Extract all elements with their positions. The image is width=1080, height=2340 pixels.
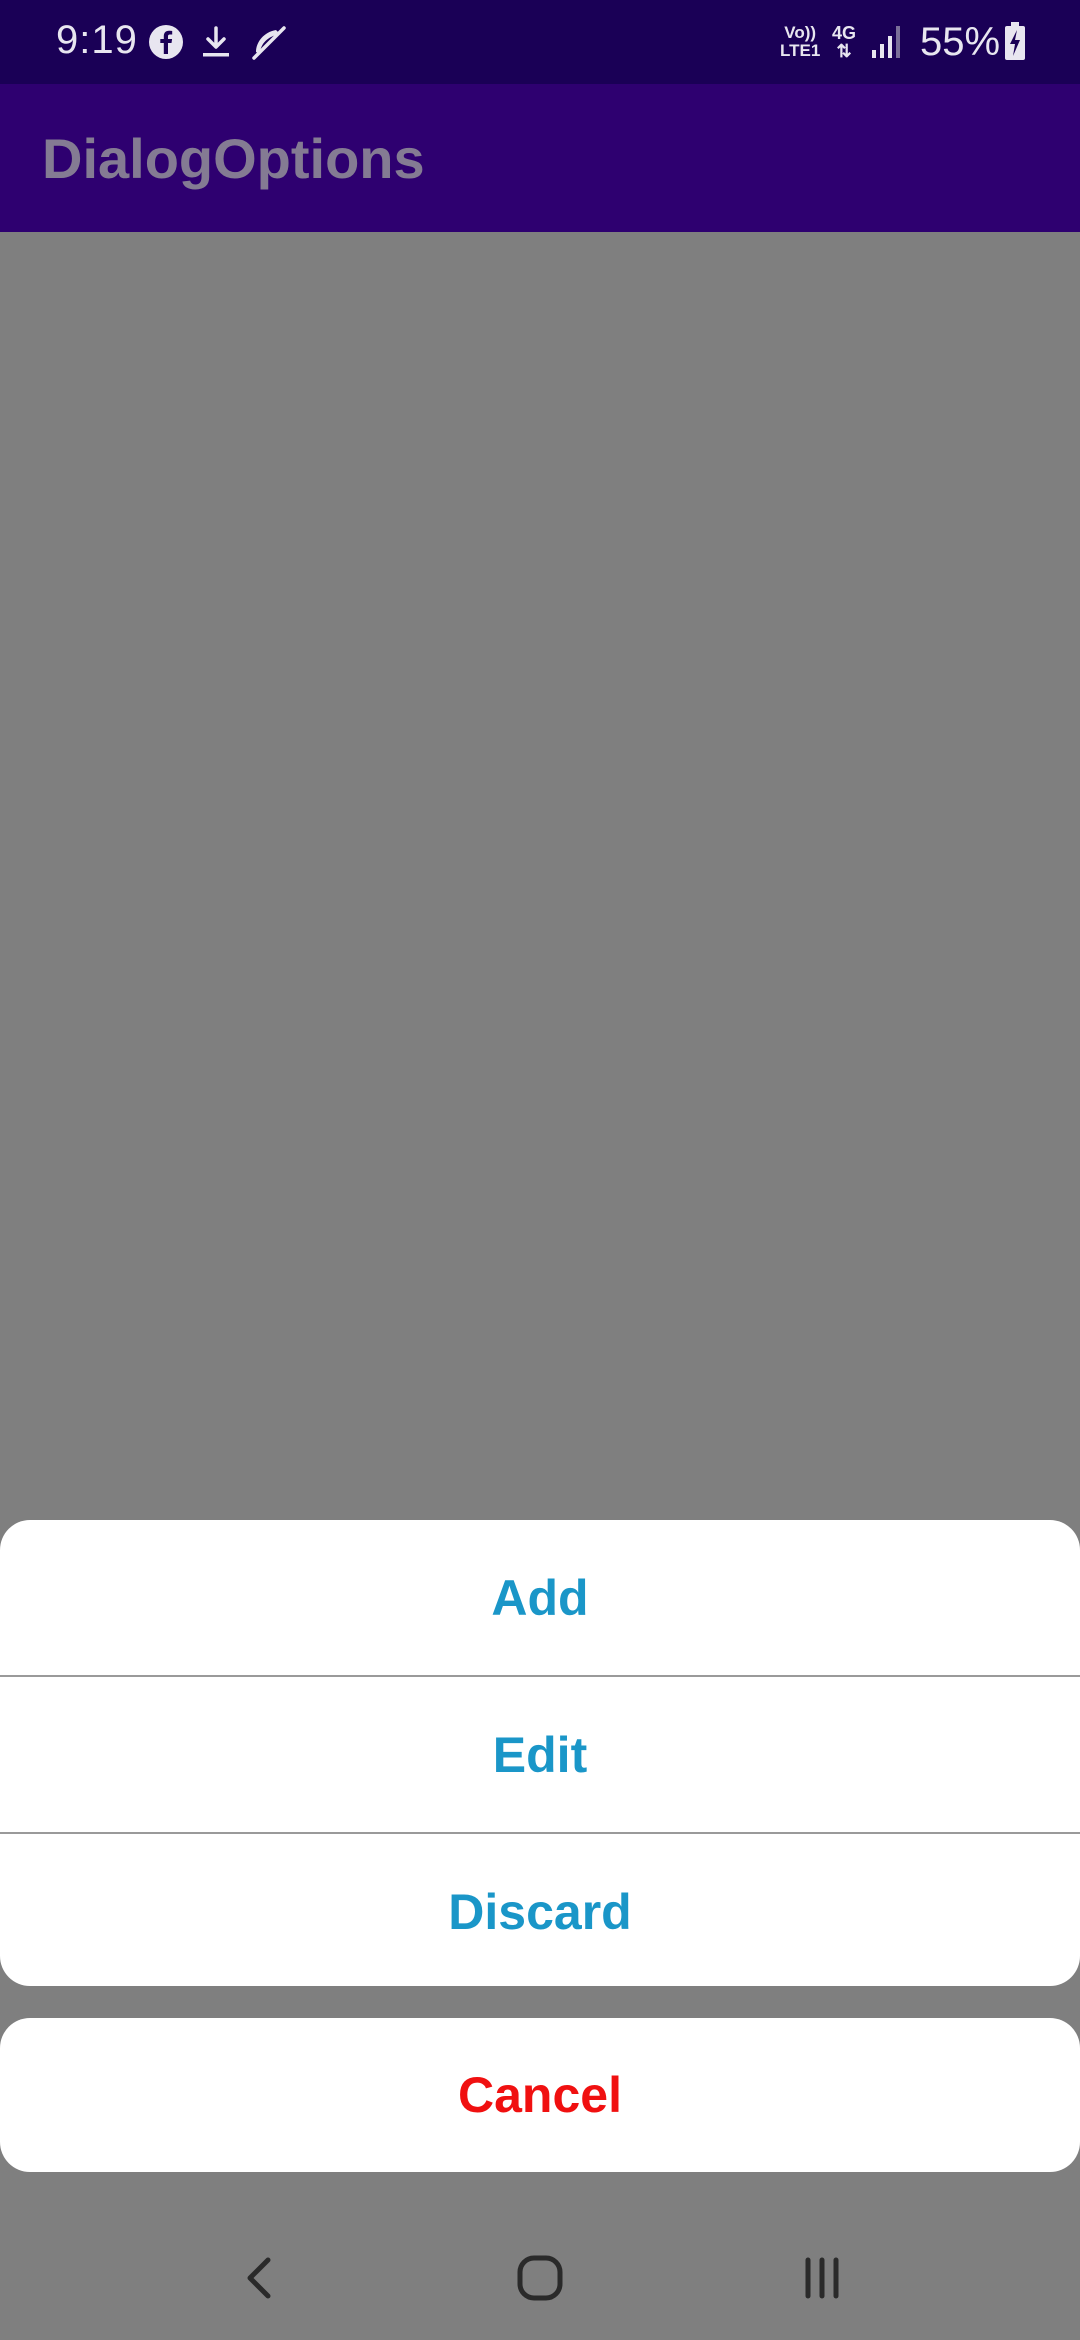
download-icon — [203, 26, 229, 57]
app-title: DialogOptions — [42, 127, 425, 190]
action-sheet: Add Edit Discard — [0, 1520, 1080, 1986]
network-type-label: 4G — [832, 23, 857, 43]
app-bar: DialogOptions — [0, 84, 1080, 232]
volte-label-bottom: LTE1 — [780, 41, 821, 60]
back-icon[interactable] — [220, 2238, 300, 2318]
network-indicator: 4G ⇅ — [832, 24, 856, 60]
status-bar: 9:19 Vo)) LTE1 4G ⇅ 55% — [0, 0, 1080, 84]
edit-button[interactable]: Edit — [0, 1677, 1080, 1832]
cancel-button[interactable]: Cancel — [0, 2018, 1080, 2172]
status-time: 9:19 — [56, 18, 138, 62]
recents-icon[interactable] — [782, 2238, 862, 2318]
discard-button[interactable]: Discard — [0, 1834, 1080, 1986]
screen: 9:19 Vo)) LTE1 4G ⇅ 55% DialogOptions Ad… — [0, 0, 1080, 2340]
muted-icon — [252, 26, 286, 60]
battery-percent: 55% — [920, 20, 1001, 64]
data-arrows-icon: ⇅ — [836, 41, 852, 61]
volte-indicator: Vo)) LTE1 — [780, 24, 820, 60]
volte-label-top: Vo)) — [784, 23, 817, 42]
add-button[interactable]: Add — [0, 1520, 1080, 1675]
navigation-bar — [0, 2210, 1080, 2340]
facebook-icon — [149, 25, 183, 59]
battery-charging-icon — [1005, 22, 1025, 60]
home-icon[interactable] — [500, 2238, 580, 2318]
signal-icon — [872, 26, 900, 58]
